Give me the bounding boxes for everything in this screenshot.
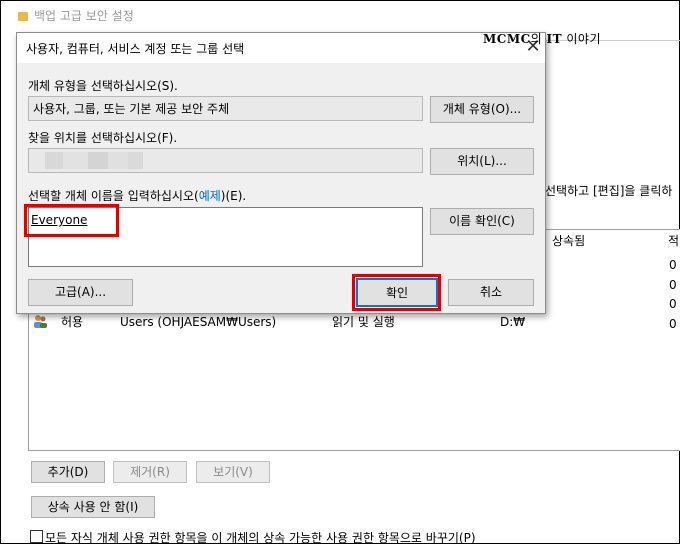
background-instruction-text: 선택하고 [편집]을 클릭하 xyxy=(545,184,673,198)
remove-button[interactable]: 제거(R) xyxy=(113,461,187,483)
enter-names-label: 선택할 개체 이름을 입력하십시오(예제)(E). xyxy=(28,187,246,204)
object-type-label: 개체 유형을 선택하십시오(S). xyxy=(28,79,178,93)
background-window-title-text: 백업 고급 보안 설정 xyxy=(34,9,134,23)
blog-brand: MCMC xyxy=(483,32,531,46)
permission-row-type: 허용 xyxy=(61,315,84,329)
permission-row-principal: Users (OHJAESAM₩Users) xyxy=(120,315,277,329)
blog-brand-it: IT xyxy=(546,32,563,46)
disable-inheritance-button[interactable]: 상속 사용 안 함(I) xyxy=(31,496,155,518)
permission-row-inherited: D:₩ xyxy=(500,315,526,329)
locations-button[interactable]: 위치(L)... xyxy=(430,148,534,175)
highlight-name-box xyxy=(24,204,119,237)
right-digit: 0 xyxy=(669,316,677,331)
folder-icon xyxy=(18,11,28,21)
location-label: 찾을 위치를 선택하십시오(F). xyxy=(28,131,178,145)
enter-names-label-text: 선택할 개체 이름을 입력하십시오( xyxy=(28,189,199,203)
advanced-button[interactable]: 고급(A)... xyxy=(28,279,133,306)
location-field xyxy=(28,148,423,173)
replace-permissions-checkbox[interactable] xyxy=(30,530,43,543)
examples-link[interactable]: 예제 xyxy=(199,189,221,203)
right-digit: 0 xyxy=(669,258,677,272)
permission-row-access: 읽기 및 실행 xyxy=(332,315,395,329)
view-button[interactable]: 보기(V) xyxy=(196,461,270,483)
right-column-values: 0 0 0 0 xyxy=(669,256,677,334)
column-applies[interactable]: 적 xyxy=(668,232,679,249)
redacted-location xyxy=(33,152,143,169)
blog-caption: MCMC의 IT 이야기 xyxy=(483,30,601,47)
enter-names-label-suffix: )(E). xyxy=(220,189,247,203)
replace-permissions-label: 모든 자식 개체 사용 권한 항목을 이 개체의 상속 가능한 사용 권한 항목… xyxy=(45,531,476,545)
select-users-dialog: 사용자, 컴퓨터, 서비스 계정 또는 그룹 선택 ✕ 개체 유형을 선택하십시… xyxy=(16,32,546,314)
column-inherited[interactable]: 상속됨 xyxy=(552,232,585,249)
right-digit: 0 xyxy=(669,297,677,311)
object-type-field: 사용자, 그룹, 또는 기본 제공 보안 주체 xyxy=(28,96,423,121)
highlight-ok-box xyxy=(352,274,441,311)
users-icon xyxy=(34,315,47,328)
object-types-button[interactable]: 개체 유형(O)... xyxy=(430,96,534,123)
check-names-button[interactable]: 이름 확인(C) xyxy=(430,208,534,235)
blog-caption-part: 이야기 xyxy=(562,32,602,46)
blog-caption-part: 의 xyxy=(530,32,547,46)
dialog-title: 사용자, 컴퓨터, 서비스 계정 또는 그룹 선택 xyxy=(26,42,245,56)
background-window-title: 백업 고급 보안 설정 xyxy=(18,6,134,26)
right-digit: 0 xyxy=(669,277,677,292)
cancel-button[interactable]: 취소 xyxy=(448,279,534,306)
add-button[interactable]: 추가(D) xyxy=(31,461,105,483)
